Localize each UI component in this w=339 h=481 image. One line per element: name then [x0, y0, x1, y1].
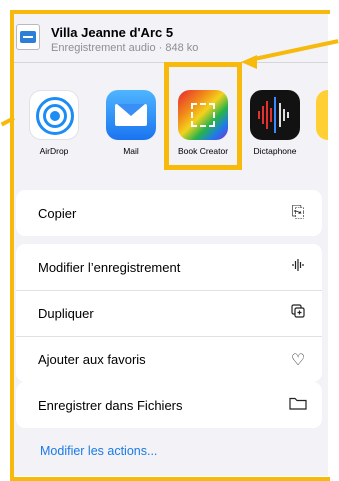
app-label-airdrop: AirDrop	[39, 146, 69, 156]
heart-icon: ♡	[290, 351, 306, 369]
favorite-row[interactable]: Ajouter aux favoris ♡	[16, 336, 322, 382]
airdrop-icon	[29, 90, 79, 140]
share-sheet: Villa Jeanne d'Arc 5 Enregistrement audi…	[10, 14, 328, 476]
app-label-book-creator: Book Creator	[177, 146, 229, 156]
save-to-files-label: Enregistrer dans Fichiers	[38, 397, 183, 413]
dictaphone-icon	[250, 90, 300, 140]
copy-row[interactable]: Copier ⎘	[16, 190, 322, 236]
favorite-label: Ajouter aux favoris	[38, 352, 146, 367]
action-group-files: Enregistrer dans Fichiers	[16, 382, 322, 428]
edit-actions-link[interactable]: Modifier les actions...	[40, 444, 157, 458]
app-label-dictaphone: Dictaphone	[253, 146, 297, 156]
duplicate-label: Dupliquer	[38, 306, 94, 321]
save-to-files-row[interactable]: Enregistrer dans Fichiers	[16, 382, 322, 428]
app-partial-icon	[316, 90, 328, 140]
app-mail[interactable]: Mail	[96, 90, 166, 156]
app-airdrop[interactable]: AirDrop	[19, 90, 89, 156]
action-group-copy: Copier ⎘	[16, 190, 322, 236]
file-title: Villa Jeanne d'Arc 5	[51, 25, 174, 40]
edit-recording-row[interactable]: Modifier l’enregistrement	[16, 244, 322, 290]
duplicate-row[interactable]: Dupliquer	[16, 290, 322, 336]
mail-icon	[106, 90, 156, 140]
app-dictaphone[interactable]: Dictaphone	[240, 90, 310, 156]
app-row: AirDrop Mail Book Creator Dictaphone	[10, 76, 328, 176]
waveform-icon	[288, 258, 308, 277]
action-group-edit: Modifier l’enregistrement Dupliquer Ajou…	[16, 244, 322, 382]
share-sheet-header: Villa Jeanne d'Arc 5 Enregistrement audi…	[10, 14, 328, 63]
app-book-creator[interactable]: Book Creator	[168, 90, 238, 156]
app-partial[interactable]	[316, 90, 328, 140]
audio-file-icon	[16, 24, 40, 50]
book-creator-icon	[178, 90, 228, 140]
folder-icon	[288, 396, 308, 415]
copy-label: Copier	[38, 205, 77, 221]
copy-icon: ⎘	[291, 204, 305, 221]
duplicate-icon	[288, 303, 308, 324]
app-label-mail: Mail	[123, 146, 139, 156]
edit-recording-label: Modifier l’enregistrement	[38, 259, 181, 275]
file-meta: Enregistrement audio · 848 ko	[51, 42, 199, 54]
